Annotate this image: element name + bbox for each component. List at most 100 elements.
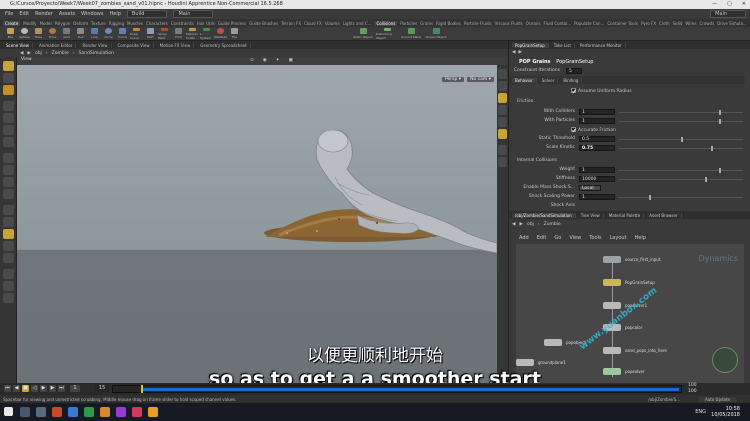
frame-slider[interactable] <box>112 385 682 393</box>
shelf-tab[interactable]: Crowds <box>699 21 714 26</box>
camera-icon[interactable] <box>498 117 507 127</box>
desktop-dropdown[interactable]: Main <box>710 10 746 18</box>
jump-start-icon[interactable]: ⏮ <box>4 385 11 392</box>
path-root[interactable]: obj <box>35 51 42 56</box>
smooth-shaded-icon[interactable] <box>498 157 507 167</box>
stiffness-field[interactable]: 10000 <box>579 176 615 182</box>
snap-multi-icon[interactable] <box>3 189 14 199</box>
tool-circle[interactable]: Circle <box>102 28 115 40</box>
primitives-icon[interactable] <box>3 293 14 303</box>
pose-tool-icon[interactable] <box>3 113 14 123</box>
menu-layout[interactable]: Layout <box>610 235 627 241</box>
tool-null[interactable]: Null <box>74 28 87 40</box>
slider-knob[interactable] <box>681 137 683 142</box>
shelf-tab[interactable]: Particle Fluids <box>464 21 492 26</box>
shelf-tab[interactable]: Lights and C... <box>343 21 372 26</box>
windows-start-icon[interactable] <box>4 407 13 416</box>
vis-icon[interactable] <box>498 129 507 139</box>
menu-windows[interactable]: Windows <box>81 11 103 17</box>
friction-section[interactable]: Friction <box>517 99 533 104</box>
tab-geometry-spreadsheet[interactable]: Geometry Spreadsheet <box>197 42 251 48</box>
build-dropdown[interactable]: Build <box>126 10 168 18</box>
current-frame-field[interactable]: 15 <box>95 385 109 392</box>
tab-take-list[interactable]: Take List <box>551 42 575 48</box>
lock-camera-icon[interactable]: ⊙ <box>250 58 254 63</box>
perspective-menu[interactable]: Persp ▾ <box>441 77 464 82</box>
shelf-tab[interactable]: Cloud FX <box>304 21 322 26</box>
menu-go[interactable]: Go <box>554 235 561 241</box>
minimize-button[interactable]: — <box>712 0 717 9</box>
houdini-app-icon[interactable] <box>148 407 158 417</box>
lighting-icon[interactable] <box>498 93 507 103</box>
scale-kinetic-field[interactable]: 0.75 <box>579 145 615 151</box>
scale-kinetic-slider[interactable] <box>619 146 743 151</box>
tool-metaball[interactable]: Metaball <box>214 28 227 40</box>
assume-uniform-radius-checkbox[interactable] <box>571 88 576 93</box>
step-back-icon[interactable]: ◀ <box>13 385 20 392</box>
tab-material-palette[interactable]: Material Palette <box>606 212 645 218</box>
tab-solver[interactable]: Solver <box>539 77 559 83</box>
shelf-tab[interactable]: Viscous Fluids <box>495 21 523 26</box>
enable-mass-dropdown[interactable]: Local <box>579 185 601 191</box>
shelf-tab[interactable]: Particles <box>400 21 417 26</box>
points-icon[interactable] <box>3 269 14 279</box>
dynamics-select-icon[interactable] <box>3 253 14 263</box>
app-icon[interactable] <box>132 407 142 417</box>
with-particles-field[interactable]: 1 <box>579 118 615 124</box>
tool-platonic-solids[interactable]: Platonic Solids <box>186 28 199 40</box>
ghost-icon[interactable]: ✦ <box>276 58 280 63</box>
shelf-tab[interactable]: Container Tools <box>607 21 638 26</box>
node-box[interactable] <box>603 279 621 286</box>
node-box[interactable] <box>603 256 621 263</box>
shelf-tab[interactable]: Terrain FX <box>281 21 301 26</box>
tool-static-object[interactable]: Static Object <box>352 28 374 40</box>
tab-tree-view[interactable]: Tree View <box>578 212 604 218</box>
tool-torus[interactable]: Torus <box>46 28 59 40</box>
slider-knob[interactable] <box>719 119 721 124</box>
geometry-select-icon[interactable] <box>3 241 14 251</box>
slider-knob[interactable] <box>705 177 707 182</box>
back-icon[interactable]: ◀ <box>512 50 515 58</box>
shock-scaling-field[interactable]: 1 <box>579 194 615 200</box>
snap-grid-icon[interactable] <box>3 153 14 163</box>
tab-motion-fx-view[interactable]: Motion FX View <box>157 42 195 48</box>
rotate-tool-icon[interactable] <box>3 137 14 147</box>
shock-scaling-slider[interactable] <box>619 195 743 200</box>
shelf-tab[interactable]: Polygon <box>55 21 71 26</box>
constraint-iterations-field[interactable]: 5 <box>566 68 582 74</box>
shelf-tab[interactable]: Solid <box>673 21 683 26</box>
app-icon[interactable] <box>52 407 62 417</box>
3d-viewport[interactable]: Persp ▾ No cam ▾ <box>17 65 497 383</box>
path-sub[interactable]: SandSimulation <box>79 51 114 56</box>
tab-animation-editor[interactable]: Animation Editor <box>36 42 77 48</box>
shelf-tab[interactable]: Hair Utils <box>197 21 215 26</box>
shelf-tab[interactable]: Guide Process <box>218 21 246 26</box>
shelf-tab[interactable]: Characters <box>146 21 168 26</box>
shelf-tab[interactable]: Rigging <box>109 21 124 26</box>
shelf-tab[interactable]: Muscles <box>127 21 143 26</box>
select-tool-icon[interactable] <box>3 61 14 71</box>
with-colliders-slider[interactable] <box>619 110 743 115</box>
tool-terrain-object[interactable]: Terrain Object <box>424 28 448 40</box>
wireframe-icon[interactable] <box>498 145 507 155</box>
camera-menu[interactable]: No cam ▾ <box>467 77 494 82</box>
menu-help[interactable]: Help <box>635 235 646 241</box>
tool-tube[interactable]: Tube <box>32 28 45 40</box>
shelf-tab[interactable]: Deform <box>73 21 88 26</box>
playhead[interactable] <box>141 385 143 393</box>
snap-prim-icon[interactable] <box>3 165 14 175</box>
with-colliders-field[interactable]: 1 <box>579 109 615 115</box>
play-reverse-icon[interactable]: ◁ <box>31 385 38 392</box>
tool-draw-curve[interactable]: Draw Curve <box>130 28 143 40</box>
tool-grid[interactable]: Grid <box>60 28 73 40</box>
static-threshold-slider[interactable] <box>619 137 743 142</box>
handle-tool-icon[interactable] <box>3 85 14 95</box>
path-back-icon[interactable]: ◀ <box>20 51 23 56</box>
shelf-tab[interactable]: Constraints <box>171 21 194 26</box>
tab-render-view[interactable]: Render View <box>79 42 112 48</box>
back-icon[interactable]: ◀ <box>512 222 515 227</box>
shelf-tab[interactable]: Oceans <box>526 21 541 26</box>
with-particles-slider[interactable] <box>619 119 743 124</box>
shelf-tab-create[interactable]: Create <box>3 20 21 26</box>
tab-scene-view[interactable]: Scene View <box>3 42 33 48</box>
